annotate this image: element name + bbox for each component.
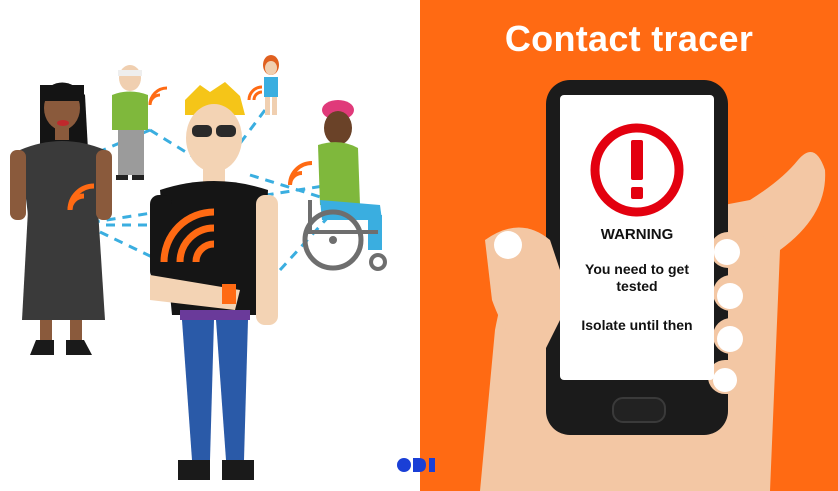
test-message: You need to get tested bbox=[585, 261, 689, 294]
people-illustration bbox=[10, 55, 387, 480]
person-wheelchair-user bbox=[288, 100, 387, 271]
odi-logo bbox=[397, 458, 435, 472]
alert-icon bbox=[590, 123, 684, 217]
person-older-man bbox=[112, 65, 168, 180]
phone-home-button bbox=[612, 397, 666, 423]
contact-tracer-panel: Contact tracer WARNING You need to get t… bbox=[420, 0, 838, 491]
warning-label: WARNING bbox=[600, 226, 674, 243]
isolate-message: Isolate until then bbox=[581, 317, 693, 333]
person-woman-left bbox=[10, 82, 112, 355]
page-title: Contact tracer bbox=[504, 18, 754, 59]
phone-screen: WARNING You need to get tested Isolate u… bbox=[560, 95, 714, 380]
illustration-panel bbox=[0, 0, 420, 491]
person-girl bbox=[247, 55, 279, 115]
